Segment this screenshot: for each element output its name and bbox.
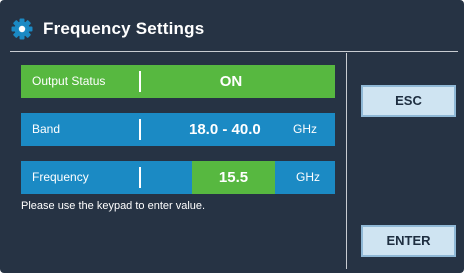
title-bar: Frequency Settings	[10, 14, 204, 44]
panel-divider	[346, 53, 347, 269]
output-status-label: Output Status	[32, 74, 106, 88]
band-row[interactable]: Band 18.0 - 40.0 GHz	[21, 113, 335, 146]
band-label: Band	[32, 122, 61, 136]
row-separator	[139, 167, 141, 188]
keypad-hint: Please use the keypad to enter value.	[21, 200, 206, 212]
frequency-row[interactable]: Frequency 15.5 GHz	[21, 161, 335, 194]
frequency-unit: GHz	[296, 170, 320, 184]
title-divider	[10, 51, 458, 52]
output-status-row[interactable]: Output Status ON	[21, 65, 335, 98]
row-separator	[139, 71, 141, 92]
frequency-settings-screen: Frequency Settings Output Status ON Band…	[0, 0, 464, 273]
enter-button[interactable]: ENTER	[361, 225, 456, 257]
frequency-label: Frequency	[32, 170, 89, 184]
row-separator	[139, 119, 141, 140]
frequency-value-field[interactable]: 15.5	[192, 161, 275, 194]
esc-button[interactable]: ESC	[361, 85, 456, 117]
band-value[interactable]: 18.0 - 40.0	[189, 113, 261, 146]
page-title: Frequency Settings	[43, 19, 205, 38]
band-unit: GHz	[293, 122, 317, 136]
gear-icon	[10, 17, 34, 41]
output-status-value[interactable]: ON	[196, 65, 266, 98]
